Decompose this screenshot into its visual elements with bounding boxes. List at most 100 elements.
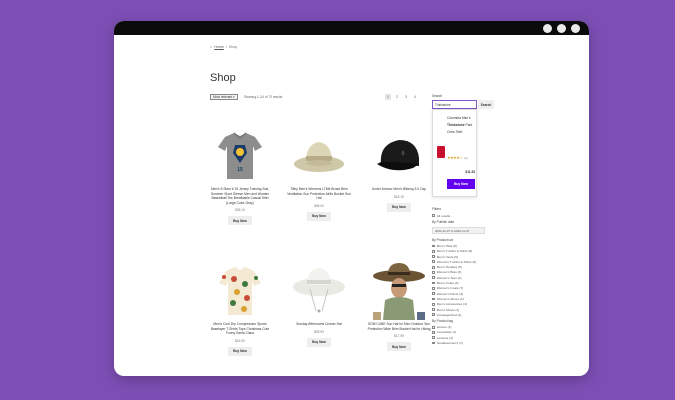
filter-all-results[interactable]: All results bbox=[432, 213, 492, 218]
product-price: $35.10 bbox=[235, 208, 245, 213]
product-card: Tilley Men's Womens LTM6 Broad Brim Vent… bbox=[284, 128, 354, 221]
filter-tag-option[interactable]: hoodiewomen's (1) bbox=[432, 340, 492, 345]
product-card: Men's Cool Dry Compression Sports Basela… bbox=[205, 263, 275, 356]
result-count: Showing 1–24 of 73 results bbox=[243, 95, 283, 99]
search-button[interactable]: Search bbox=[478, 100, 494, 109]
sort-select[interactable]: Most relevant ▾ bbox=[210, 94, 238, 100]
buy-now-button[interactable]: Buy Now bbox=[307, 211, 331, 221]
window-control-dot[interactable] bbox=[543, 24, 552, 33]
page-link-3[interactable]: 3 bbox=[403, 94, 409, 100]
product-name[interactable]: Sunday Afternoons Cruiser Hat bbox=[284, 322, 354, 327]
product-name[interactable]: Men's Cool Dry Compression Sports Basela… bbox=[205, 322, 275, 336]
breadcrumb-current: Shop bbox=[228, 45, 238, 49]
buy-now-button[interactable]: Buy Now bbox=[228, 346, 252, 356]
product-name[interactable]: Under Armour Men's Blitzing 3.0 Cap bbox=[364, 187, 434, 192]
chevron-down-icon: ▾ bbox=[233, 95, 235, 99]
pagination: 1 2 3 4 bbox=[385, 94, 418, 100]
page-link-2[interactable]: 2 bbox=[394, 94, 400, 100]
product-image-wide-brim-hat[interactable] bbox=[364, 262, 434, 320]
checkbox-icon[interactable] bbox=[432, 281, 435, 285]
buy-now-button[interactable]: Buy Now bbox=[228, 216, 252, 226]
suggestion-product-name[interactable]: Columbia Men's Thinkstone Park Crew Shir… bbox=[447, 115, 477, 136]
sort-selected-value: Most relevant bbox=[213, 95, 233, 99]
filter-option-label: menswhite (1) bbox=[436, 330, 457, 335]
breadcrumb-home-link[interactable]: Home bbox=[214, 45, 224, 49]
search-input[interactable]: Thinkstone bbox=[432, 100, 477, 109]
product-price: $16.00 bbox=[235, 338, 245, 343]
product-image-jersey[interactable]: 15 bbox=[205, 128, 275, 183]
radio-icon[interactable] bbox=[432, 214, 435, 218]
review-count: (3) bbox=[464, 156, 468, 160]
filter-option-label: Men's Hats (8) bbox=[436, 243, 457, 248]
shop-page: ⌂ Home / Shop Shop Most relevant ▾ Showi… bbox=[114, 35, 589, 376]
checkbox-icon[interactable] bbox=[432, 308, 435, 311]
filter-option-label: Womens T-shirts & Shirts (6) bbox=[436, 259, 477, 264]
filter-option-label: Men's Accessories (4) bbox=[436, 302, 467, 307]
checkbox-icon[interactable] bbox=[432, 265, 435, 269]
home-icon: ⌂ bbox=[210, 45, 213, 49]
filter-option-label: Men's Coats (4) bbox=[436, 281, 459, 286]
checkbox-icon[interactable] bbox=[432, 341, 435, 345]
checkbox-icon[interactable] bbox=[432, 260, 435, 264]
product-price: $96.00 bbox=[314, 203, 324, 208]
checkbox-icon[interactable] bbox=[432, 276, 435, 280]
window-control-dot[interactable] bbox=[557, 24, 566, 33]
filter-option-label: Women's Pants (4) bbox=[436, 291, 463, 296]
suggestion-product-image[interactable] bbox=[437, 146, 445, 158]
filter-option-label: Women's Bras (3) bbox=[436, 270, 462, 275]
checkbox-icon[interactable] bbox=[432, 255, 435, 258]
filter-option-label: Men's Vests (5) bbox=[436, 254, 459, 259]
product-price: $17.99 bbox=[394, 334, 404, 339]
filter-category-option[interactable]: Uncategorized (1) bbox=[432, 312, 492, 317]
product-name[interactable]: Tilley Men's Womens LTM6 Broad Brim Vent… bbox=[284, 187, 354, 201]
search-label: Search bbox=[432, 94, 443, 98]
checkbox-icon[interactable] bbox=[432, 244, 435, 248]
rating-stars: ★★★★☆ bbox=[447, 155, 463, 160]
checkbox-icon[interactable] bbox=[432, 313, 435, 317]
product-image-patterned-shirt[interactable] bbox=[205, 263, 275, 318]
publish-date-field[interactable]: 2022-11-07 to 2022-11-07 bbox=[432, 227, 485, 235]
breadcrumb: ⌂ Home / Shop bbox=[210, 45, 237, 49]
breadcrumb-separator: / bbox=[225, 45, 227, 49]
filters-header: Filters bbox=[432, 207, 441, 211]
product-image-bucket-hat[interactable] bbox=[284, 128, 354, 183]
checkbox-icon[interactable] bbox=[432, 286, 435, 290]
filter-option-label: Women's Tees (4) bbox=[436, 275, 462, 280]
buy-now-button[interactable]: Buy Now bbox=[387, 202, 411, 212]
filter-option-label: Women's Shoes (2) bbox=[436, 296, 464, 301]
buy-now-button[interactable]: Buy Now bbox=[307, 337, 331, 347]
product-image-cap[interactable] bbox=[364, 128, 434, 183]
filter-option-label: hoodiewomen's (1) bbox=[436, 340, 463, 345]
product-name[interactable]: Men's 5 Slam # 15 Jersey Training Suit, … bbox=[205, 187, 275, 205]
checkbox-icon[interactable] bbox=[432, 302, 435, 306]
filters-panel: Filters All results By Publish date 2022… bbox=[432, 207, 492, 346]
filter-option-label: Uncategorized (1) bbox=[436, 312, 462, 317]
checkbox-icon[interactable] bbox=[432, 331, 435, 334]
window-control-dot[interactable] bbox=[571, 24, 580, 33]
page-title: Shop bbox=[210, 72, 236, 84]
product-card: Under Armour Men's Blitzing 3.0 Cap $18.… bbox=[364, 128, 434, 212]
title-bar bbox=[114, 21, 589, 35]
search-suggestion-dropdown: Columbia Men's Thinkstone Park Crew Shir… bbox=[432, 109, 477, 197]
checkbox-icon[interactable] bbox=[432, 325, 435, 329]
filter-option-label: womens (1) bbox=[436, 335, 453, 340]
suggestion-buy-now-button[interactable]: Buy Now bbox=[447, 179, 475, 189]
page-link-1[interactable]: 1 bbox=[385, 94, 391, 100]
page-link-4[interactable]: 4 bbox=[412, 94, 418, 100]
checkbox-icon[interactable] bbox=[432, 292, 435, 296]
svg-text:15: 15 bbox=[237, 167, 243, 173]
checkbox-icon[interactable] bbox=[432, 249, 435, 253]
product-price: $18.19 bbox=[394, 194, 404, 199]
filter-option-label: Women's Coats (7) bbox=[436, 286, 464, 291]
filter-option-label: Men's T-shirts & Shirts (8) bbox=[436, 249, 473, 254]
product-name[interactable]: SOM CUBE Sun Hat for Men Outdoor Sun Pro… bbox=[364, 322, 434, 331]
checkbox-icon[interactable] bbox=[432, 336, 435, 340]
filter-option-label: women (1) bbox=[436, 325, 452, 330]
product-image-cruiser-hat[interactable] bbox=[284, 263, 354, 318]
checkbox-icon[interactable] bbox=[432, 297, 435, 301]
filter-option-label: Men's Shoes (1) bbox=[436, 307, 460, 312]
publish-date-label: By Publish date bbox=[432, 220, 455, 225]
checkbox-icon[interactable] bbox=[432, 271, 435, 274]
buy-now-button[interactable]: Buy Now bbox=[387, 342, 411, 352]
product-price: $39.99 bbox=[314, 329, 324, 334]
